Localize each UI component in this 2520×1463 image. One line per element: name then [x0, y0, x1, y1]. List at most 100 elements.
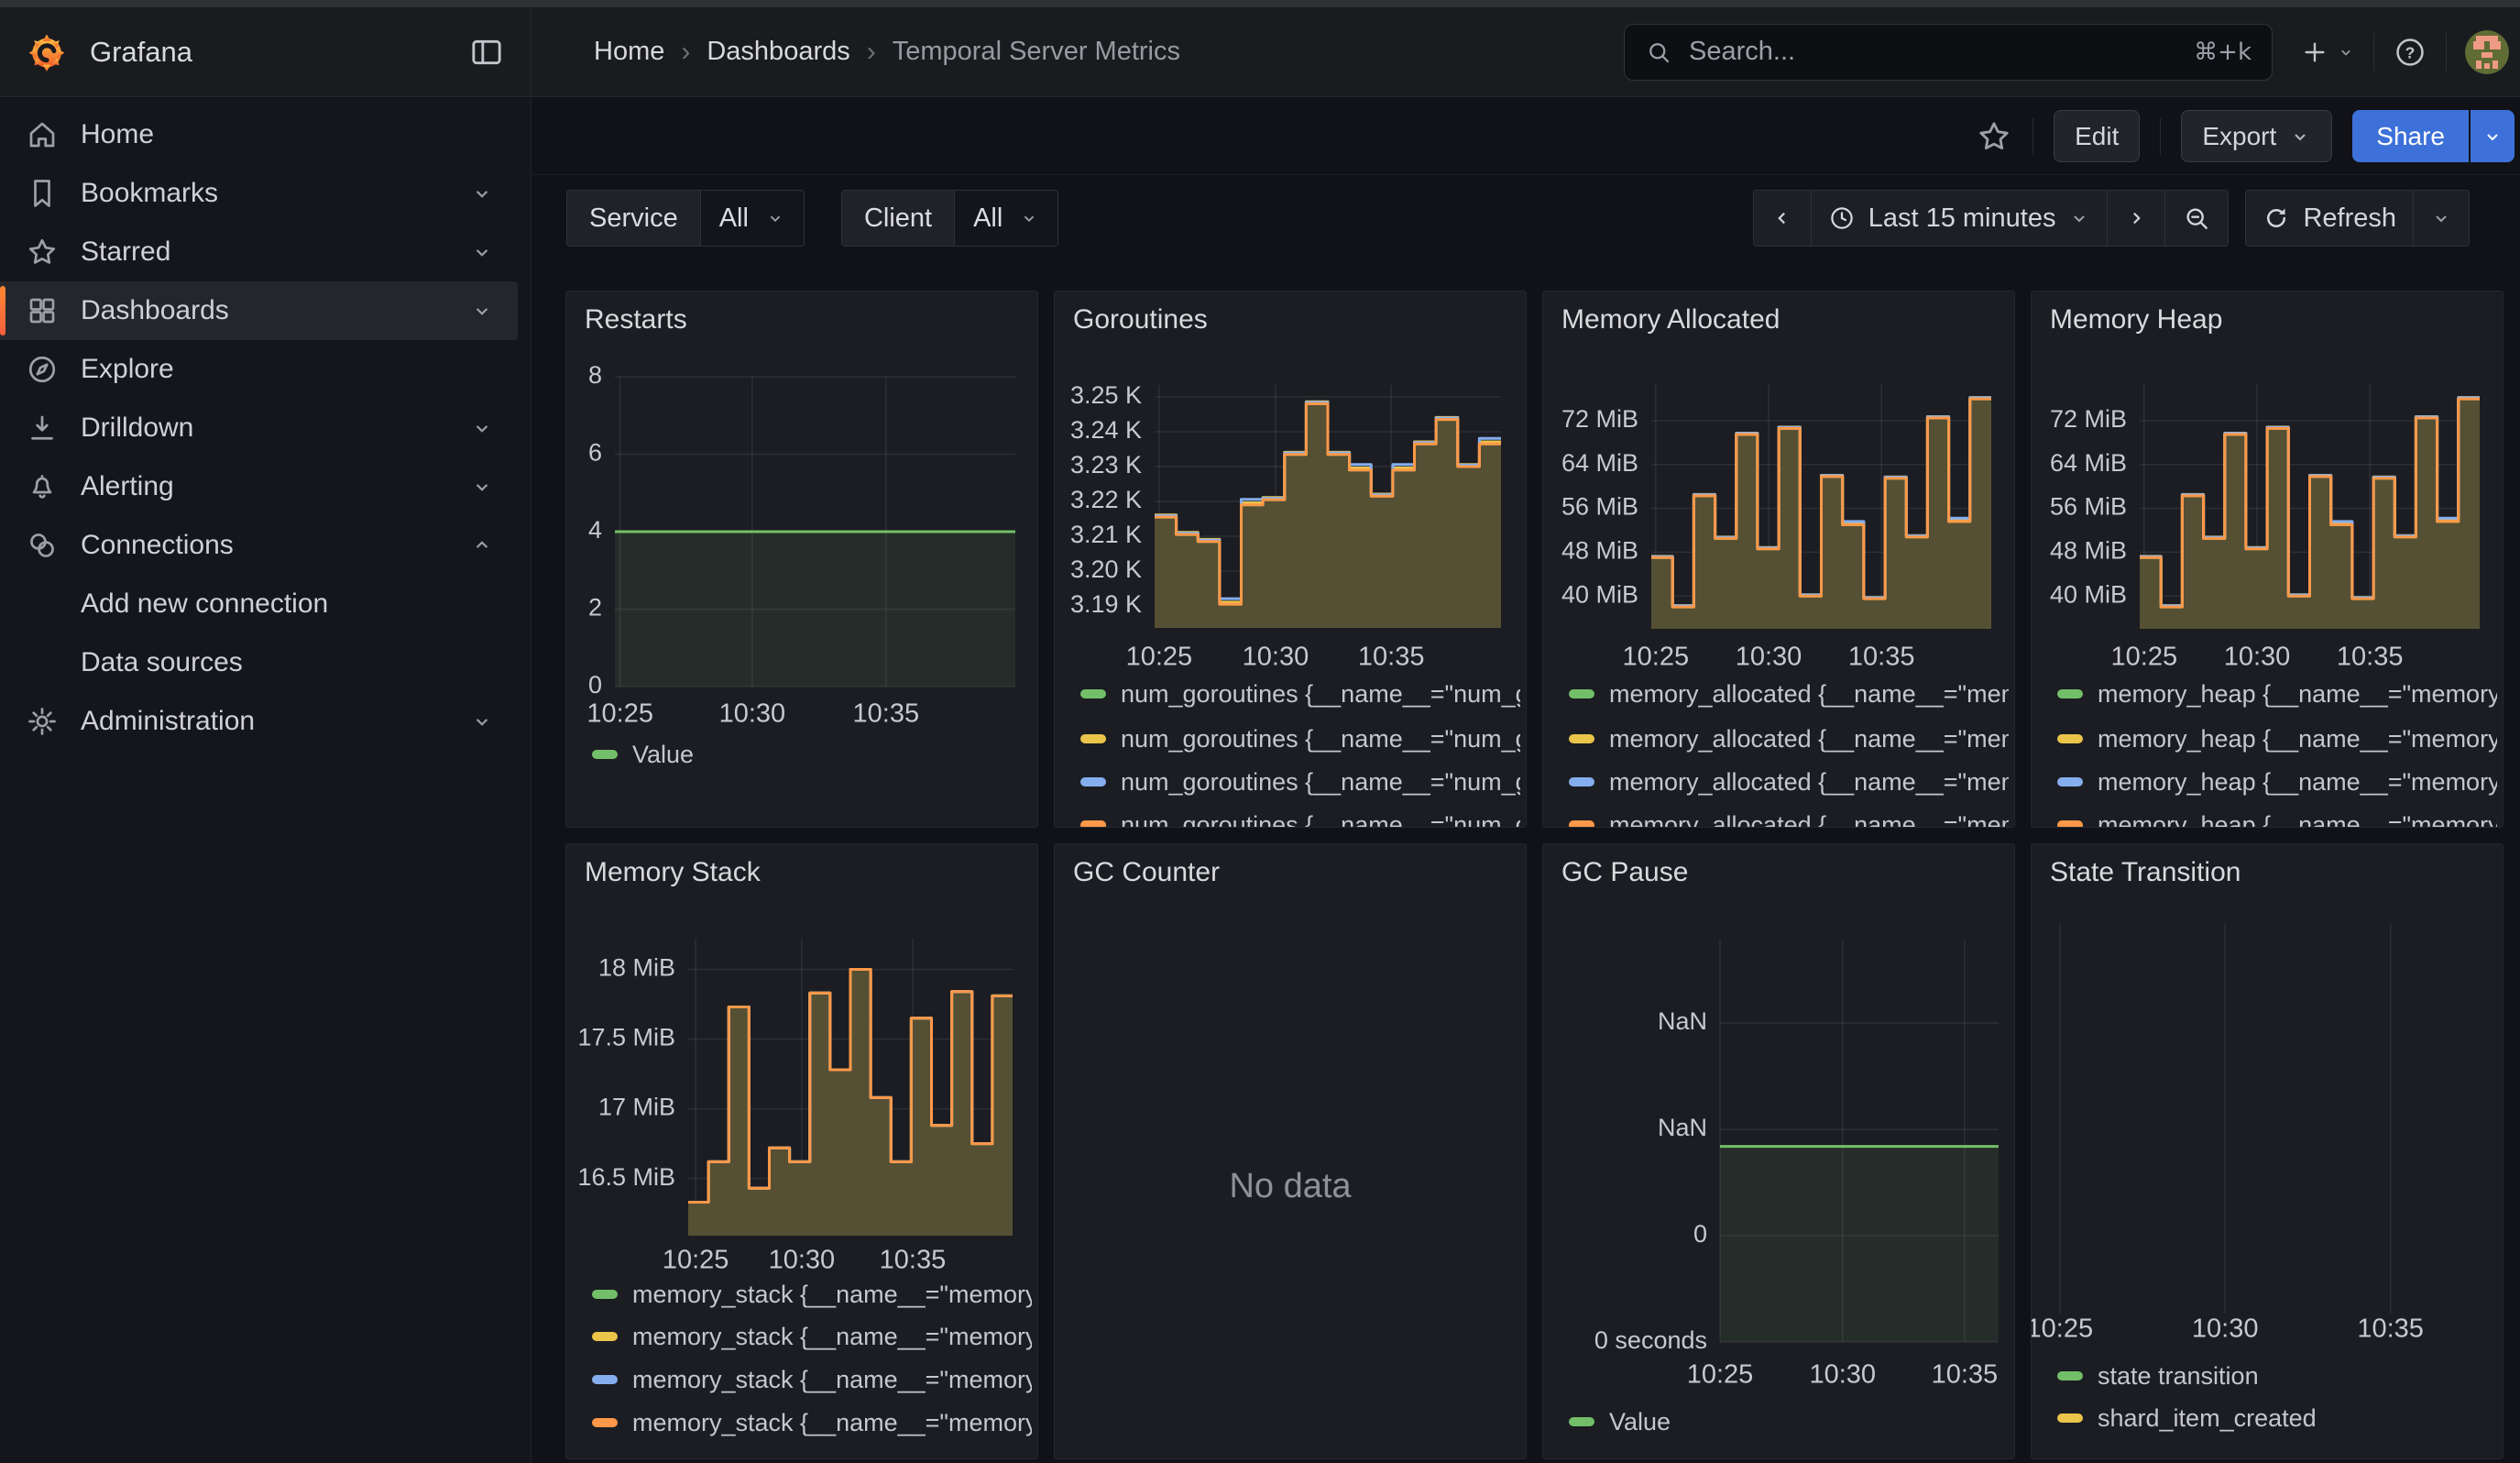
- search-shortcut: ⌘+k: [2194, 38, 2252, 66]
- time-range-picker[interactable]: Last 15 minutes: [1811, 191, 2108, 246]
- dock-icon: [468, 34, 505, 71]
- sidebar-item-explore[interactable]: Explore: [0, 340, 518, 399]
- dock-sidebar-toggle[interactable]: [468, 34, 505, 71]
- panel-title[interactable]: State Transition: [2050, 857, 2503, 888]
- legend-color-green: [592, 1290, 618, 1299]
- home-icon: [26, 118, 59, 151]
- panel-title[interactable]: Goroutines: [1073, 304, 1526, 336]
- breadcrumb-home[interactable]: Home: [594, 37, 664, 67]
- svg-text:0 seconds: 0 seconds: [1594, 1326, 1707, 1354]
- svg-text:10:35: 10:35: [2357, 1314, 2424, 1344]
- refresh-interval-dropdown[interactable]: [2413, 191, 2469, 246]
- sidebar-item-label: Alerting: [81, 471, 174, 502]
- sidebar-item-dashboards[interactable]: Dashboards: [0, 281, 518, 340]
- legend-item[interactable]: memory_heap {__name__="memory_h: [2057, 765, 2497, 798]
- panel-title[interactable]: Restarts: [585, 304, 1037, 336]
- sidebar-item-label: Data sources: [81, 647, 243, 678]
- favorite-star-button[interactable]: [1976, 118, 2012, 155]
- sidebar-item-label: Dashboards: [81, 295, 229, 326]
- legend-item[interactable]: memory_allocated {__name__="memo: [1569, 722, 2009, 755]
- sidebar-item-drilldown[interactable]: Drilldown: [0, 399, 518, 457]
- grafana-logo[interactable]: [26, 31, 68, 73]
- legend-color-yellow: [1080, 734, 1106, 743]
- legend-item[interactable]: memory_stack {__name__="memory_s: [592, 1320, 1032, 1353]
- panel-grid: Restarts 8642010:2510:3010:35Value Gorou…: [565, 291, 2504, 1459]
- sidebar-item-administration[interactable]: Administration: [0, 692, 518, 751]
- svg-text:10:35: 10:35: [853, 699, 920, 729]
- chevron-down-icon: [470, 182, 494, 205]
- export-button[interactable]: Export: [2181, 110, 2332, 162]
- legend-item[interactable]: num_goroutines {__name__="num_go: [1080, 722, 1520, 755]
- legend-item[interactable]: Value: [1569, 1405, 2009, 1438]
- breadcrumb-dashboards[interactable]: Dashboards: [707, 37, 849, 67]
- legend-item[interactable]: memory_stack {__name__="memory_s: [592, 1363, 1032, 1396]
- sidebar-item-connections[interactable]: Connections: [0, 516, 518, 575]
- chevron-down-icon: [470, 416, 494, 440]
- time-shift-back-button[interactable]: [1754, 191, 1811, 246]
- sidebar-item-bookmarks[interactable]: Bookmarks: [0, 164, 518, 223]
- svg-text:10:25: 10:25: [1687, 1360, 1754, 1390]
- search-box[interactable]: ⌘+k: [1624, 24, 2273, 81]
- add-new-button[interactable]: [2300, 38, 2355, 67]
- legend-label: memory_heap {__name__="memory_h: [2098, 811, 2497, 829]
- svg-text:10:30: 10:30: [1736, 643, 1802, 672]
- legend-item[interactable]: state transition: [2057, 1359, 2497, 1392]
- avatar-image: [2465, 30, 2509, 74]
- panel-title[interactable]: GC Counter: [1073, 857, 1526, 888]
- svg-text:2: 2: [588, 594, 602, 622]
- svg-text:16.5 MiB: 16.5 MiB: [577, 1163, 675, 1191]
- panel-restarts: Restarts 8642010:2510:3010:35Value: [565, 291, 1038, 828]
- legend-item[interactable]: memory_allocated {__name__="memo: [1569, 808, 2009, 828]
- svg-text:10:35: 10:35: [880, 1246, 947, 1275]
- share-button[interactable]: Share: [2352, 110, 2469, 162]
- client-value-dropdown[interactable]: All: [954, 191, 1057, 246]
- svg-text:NaN: NaN: [1658, 1007, 1707, 1035]
- legend-item[interactable]: num_goroutines {__name__="num_go: [1080, 677, 1520, 710]
- service-value: All: [719, 204, 749, 234]
- star-icon: [26, 236, 59, 269]
- time-shift-forward-button[interactable]: [2107, 191, 2164, 246]
- sidebar-item-label: Starred: [81, 236, 170, 268]
- legend-item[interactable]: memory_allocated {__name__="memo: [1569, 677, 2009, 710]
- panel-title[interactable]: GC Pause: [1561, 857, 2014, 888]
- legend-item[interactable]: memory_heap {__name__="memory_h: [2057, 677, 2497, 710]
- legend-label: Value: [632, 741, 694, 769]
- service-value-dropdown[interactable]: All: [700, 191, 804, 246]
- panel-title[interactable]: Memory Allocated: [1561, 304, 2014, 336]
- panel-title[interactable]: Memory Heap: [2050, 304, 2503, 336]
- sidebar-item-add-new-connection[interactable]: Add new connection: [0, 575, 518, 633]
- sidebar-item-alerting[interactable]: Alerting: [0, 457, 518, 516]
- legend-item[interactable]: memory_stack {__name__="memory_s: [592, 1406, 1032, 1439]
- sidebar-item-starred[interactable]: Starred: [0, 223, 518, 281]
- chevron-down-icon: [470, 710, 494, 733]
- legend-item[interactable]: memory_allocated {__name__="memo: [1569, 765, 2009, 798]
- search-input[interactable]: [1687, 36, 2179, 68]
- legend-item[interactable]: num_goroutines {__name__="num_go: [1080, 765, 1520, 798]
- svg-text:3.19 K: 3.19 K: [1070, 590, 1142, 618]
- legend-item[interactable]: shard_item_created: [2057, 1402, 2497, 1435]
- legend-color-yellow: [1569, 734, 1594, 743]
- svg-text:10:25: 10:25: [586, 699, 653, 729]
- help-button[interactable]: ?: [2393, 35, 2427, 70]
- edit-button[interactable]: Edit: [2054, 110, 2140, 162]
- svg-text:10:30: 10:30: [719, 699, 786, 729]
- client-variable: Client All: [841, 190, 1058, 247]
- plus-icon: [2300, 38, 2329, 67]
- legend-item[interactable]: memory_heap {__name__="memory_h: [2057, 722, 2497, 755]
- avatar[interactable]: [2465, 30, 2509, 74]
- sidebar-item-home[interactable]: Home: [0, 105, 518, 164]
- panel-title[interactable]: Memory Stack: [585, 857, 1037, 888]
- legend-item[interactable]: memory_heap {__name__="memory_h: [2057, 808, 2497, 828]
- compass-icon: [26, 353, 59, 386]
- legend-item[interactable]: num_goroutines {__name__="num_go: [1080, 808, 1520, 828]
- svg-text:3.24 K: 3.24 K: [1070, 416, 1142, 444]
- refresh-label: Refresh: [2303, 204, 2396, 234]
- svg-text:3.22 K: 3.22 K: [1070, 486, 1142, 513]
- legend-item[interactable]: memory_stack {__name__="memory_s: [592, 1278, 1032, 1311]
- refresh-button[interactable]: Refresh: [2246, 191, 2413, 246]
- share-dropdown-button[interactable]: [2471, 110, 2515, 162]
- legend-item[interactable]: Value: [592, 738, 1032, 771]
- sidebar-item-data-sources[interactable]: Data sources: [0, 633, 518, 692]
- legend-color-orange: [1569, 820, 1594, 828]
- zoom-out-button[interactable]: [2164, 191, 2228, 246]
